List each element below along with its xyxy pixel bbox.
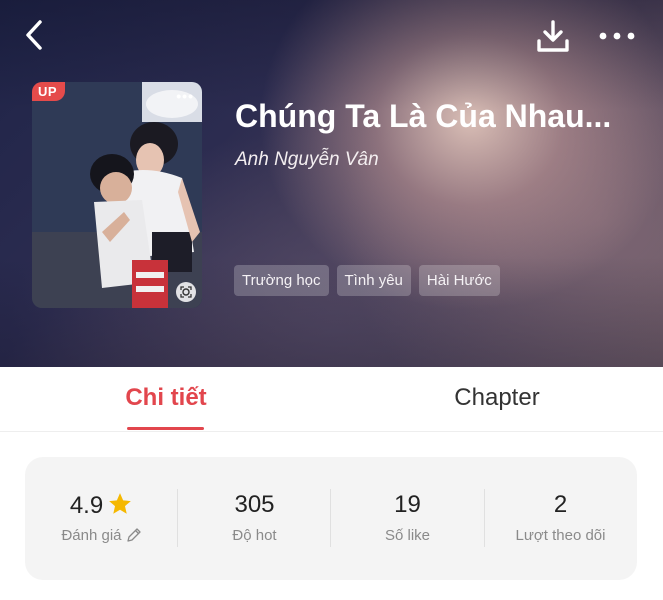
followers-label: Lượt theo dõi (515, 527, 606, 544)
likes-value: 19 (394, 491, 421, 518)
download-button[interactable] (536, 19, 570, 53)
back-arrow-icon (26, 20, 42, 50)
pencil-icon[interactable] (126, 527, 142, 543)
stat-likes: 19 Số like (331, 457, 484, 580)
book-cover[interactable]: UP ••• (32, 82, 202, 308)
more-dots-icon (599, 32, 635, 40)
book-author[interactable]: Anh Nguyễn Vân (235, 149, 379, 171)
scan-icon (180, 286, 192, 298)
hot-value: 305 (234, 491, 275, 518)
tag-tinh-yeu[interactable]: Tình yêu (336, 265, 411, 296)
tag-truong-hoc[interactable]: Trường học (234, 265, 329, 296)
hot-label: Độ hot (232, 527, 277, 544)
followers-value: 2 (553, 491, 568, 518)
tab-bar: Chi tiết Chapter (0, 367, 663, 432)
download-icon (537, 20, 569, 52)
hero-header: UP ••• Chúng Ta Là Của Nhau... Anh Nguyễ… (0, 0, 663, 367)
stat-hot: 305 Độ hot (178, 457, 331, 580)
tag-list: Trường học Tình yêu Hài Hước (234, 265, 500, 296)
tab-chapter[interactable]: Chapter (427, 367, 567, 431)
rating-value: 4.9 (69, 492, 104, 519)
more-button[interactable] (598, 26, 636, 46)
stat-rating: 4.9 Đánh giá (25, 457, 178, 580)
rating-label-row: Đánh giá (25, 527, 178, 544)
star-icon (109, 493, 132, 514)
likes-label: Số like (384, 527, 431, 544)
rating-label: Đánh giá (61, 527, 122, 544)
back-button[interactable] (22, 18, 50, 52)
cover-illustration (32, 82, 202, 308)
rating-value-row: 4.9 (25, 491, 178, 520)
up-badge: UP (32, 82, 66, 101)
cover-more-icon: ••• (176, 88, 194, 104)
tag-hai-huoc[interactable]: Hài Hước (418, 265, 500, 296)
cover-zoom-icon[interactable] (176, 282, 196, 302)
stat-followers: 2 Lượt theo dõi (484, 457, 637, 580)
tab-details[interactable]: Chi tiết (116, 367, 216, 431)
stats-card: 4.9 Đánh giá 305 Độ hot 19 Số like 2 Lượ… (25, 457, 637, 580)
book-title: Chúng Ta Là Của Nhau... (235, 98, 612, 134)
active-tab-indicator (127, 427, 204, 430)
